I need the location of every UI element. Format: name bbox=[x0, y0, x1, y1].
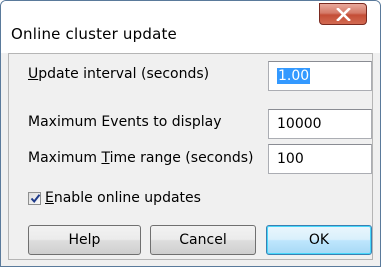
checkmark-icon bbox=[30, 194, 41, 204]
max-time-range-label: Maximum Time range (seconds) bbox=[28, 150, 254, 166]
max-events-label: Maximum Events to display bbox=[28, 114, 222, 130]
close-icon bbox=[336, 8, 351, 21]
max-events-input[interactable]: 10000 bbox=[268, 109, 372, 139]
window-title: Online cluster update bbox=[11, 25, 177, 43]
max-time-range-input[interactable]: 100 bbox=[268, 144, 372, 174]
enable-online-updates-checkbox[interactable] bbox=[28, 192, 41, 205]
ok-button[interactable]: OK bbox=[266, 225, 372, 255]
title-bar[interactable]: Online cluster update bbox=[1, 1, 380, 53]
max-events-value: 10000 bbox=[277, 116, 322, 132]
update-interval-label: Update interval (seconds) bbox=[28, 66, 210, 82]
help-button[interactable]: Help bbox=[28, 225, 141, 255]
enable-online-updates-label[interactable]: Enable online updates bbox=[45, 190, 201, 206]
update-interval-value: 1.00 bbox=[277, 68, 311, 84]
close-button[interactable] bbox=[319, 3, 367, 25]
dialog-window: Online cluster update Update interval (s… bbox=[0, 0, 381, 267]
max-time-range-value: 100 bbox=[277, 151, 304, 167]
update-interval-input[interactable]: 1.00 bbox=[268, 61, 372, 91]
cancel-button[interactable]: Cancel bbox=[150, 225, 256, 255]
